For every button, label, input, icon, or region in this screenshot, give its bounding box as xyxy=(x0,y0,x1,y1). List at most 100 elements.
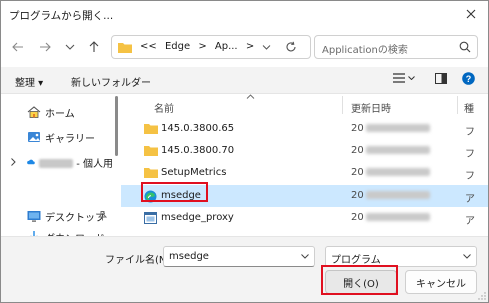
home-icon xyxy=(27,106,41,118)
breadcrumb: << Edge > Ap... > xyxy=(140,41,259,52)
breadcrumb-edge[interactable]: Edge xyxy=(165,41,190,52)
search-input[interactable]: Applicationの検索 xyxy=(314,35,478,59)
toolbar: 整理 ▾ 新しいフォルダー ? xyxy=(1,67,488,93)
forward-button[interactable] xyxy=(36,38,54,56)
column-header-label: 種 xyxy=(464,104,474,115)
navigation-pane-scrollbar[interactable] xyxy=(114,94,119,237)
highlight-box-msedge xyxy=(141,182,208,202)
breadcrumb-separator[interactable]: > xyxy=(198,41,206,52)
filename-input[interactable]: msedge xyxy=(163,246,315,267)
organize-button[interactable]: 整理 ▾ xyxy=(15,74,43,89)
desktop-icon xyxy=(27,211,41,222)
address-dropdown-icon[interactable] xyxy=(262,45,271,50)
address-bar[interactable]: << Edge > Ap... > xyxy=(111,35,311,59)
close-icon xyxy=(466,9,476,19)
breadcrumb-overflow[interactable]: << xyxy=(140,41,157,52)
dialog-footer: ファイル名(N): msedge プログラム 開く(O) キャンセル xyxy=(1,236,488,302)
sidebar-item-label: ホーム xyxy=(45,108,75,120)
arrow-right-icon xyxy=(40,42,51,52)
filename-value: msedge xyxy=(169,251,209,262)
cancel-button-label: キャンセル xyxy=(416,278,466,290)
gallery-icon xyxy=(28,132,40,142)
breadcrumb-separator[interactable]: > xyxy=(246,41,254,52)
folder-icon xyxy=(118,43,132,53)
filetype-select[interactable]: プログラム xyxy=(325,246,477,267)
svg-text:?: ? xyxy=(466,74,472,84)
file-row[interactable]: SetupMetrics 20 フ xyxy=(121,162,488,184)
column-header-name[interactable]: 名前 xyxy=(121,94,341,116)
file-row[interactable]: 145.0.3800.70 20 フ xyxy=(121,140,488,162)
redacted-date xyxy=(365,168,430,176)
file-list: 名前 更新日時 種 145.0.3800.65 20 フ 145.0.3800.… xyxy=(121,93,488,237)
file-date: 20 xyxy=(351,167,430,178)
title-bar: プログラムから開く... xyxy=(1,1,488,27)
sidebar-item-home[interactable]: ホーム xyxy=(1,102,113,122)
help-icon[interactable]: ? xyxy=(462,72,475,85)
file-type: フ xyxy=(465,127,475,138)
open-with-dialog: プログラムから開く... << Edge > Ap... > Applicati… xyxy=(0,0,489,303)
file-name: msedge_proxy xyxy=(161,212,234,223)
file-row[interactable]: msedge_proxy 20 ア xyxy=(121,207,488,229)
up-button[interactable] xyxy=(85,38,103,56)
file-name: 145.0.3800.65 xyxy=(161,123,235,134)
column-header-date[interactable]: 更新日時 xyxy=(343,94,457,116)
file-date-prefix: 20 xyxy=(351,190,364,201)
list-view-icon xyxy=(393,73,405,83)
file-type: フ xyxy=(465,149,475,160)
file-type: ア xyxy=(465,194,475,205)
file-date-prefix: 20 xyxy=(351,145,364,156)
search-placeholder: Applicationの検索 xyxy=(322,45,408,56)
preview-pane-icon[interactable] xyxy=(435,73,447,84)
redacted-account-name xyxy=(39,159,74,168)
new-folder-button[interactable]: 新しいフォルダー xyxy=(71,74,151,89)
navigation-pane: ホーム ギャラリー - 個人用 デスクトップ ダウンロード xyxy=(1,93,121,245)
sidebar-item-desktop[interactable]: デスクトップ xyxy=(1,206,113,226)
sidebar-item-label: - 個人用 xyxy=(73,158,113,170)
resize-grip-icon[interactable] xyxy=(478,292,486,300)
file-type: フ xyxy=(465,171,475,182)
cancel-button[interactable]: キャンセル xyxy=(405,270,477,294)
sidebar-item-label: デスクトップ xyxy=(45,212,105,224)
redacted-date xyxy=(365,146,430,154)
arrow-left-icon xyxy=(12,42,23,52)
filetype-value: プログラム xyxy=(331,255,381,266)
sidebar-item-gallery[interactable]: ギャラリー xyxy=(1,127,113,147)
folder-icon xyxy=(144,146,158,156)
sidebar-item-account: - 個人用 xyxy=(39,155,113,170)
scrollbar-thumb[interactable] xyxy=(115,96,118,156)
sidebar-item-onedrive[interactable]: - 個人用 xyxy=(1,152,113,172)
file-name: SetupMetrics xyxy=(161,167,227,178)
chevron-down-icon xyxy=(65,44,75,50)
sidebar-item-label: ギャラリー xyxy=(45,133,95,145)
highlight-box-open xyxy=(321,265,398,295)
chevron-down-icon xyxy=(463,254,471,259)
chevron-down-icon[interactable] xyxy=(301,254,309,259)
chevron-right-icon[interactable] xyxy=(11,158,16,166)
column-header-type[interactable]: 種 xyxy=(458,94,488,116)
file-date: 20 xyxy=(351,145,430,156)
recent-locations-button[interactable] xyxy=(61,38,79,56)
file-name: 145.0.3800.70 xyxy=(161,145,235,156)
folder-icon xyxy=(144,168,158,178)
chevron-down-icon xyxy=(408,76,415,80)
refresh-icon[interactable] xyxy=(285,41,297,53)
file-date-prefix: 20 xyxy=(351,167,364,178)
view-options-button[interactable] xyxy=(393,73,415,83)
app-icon xyxy=(144,212,157,224)
redacted-date xyxy=(365,213,430,221)
cloud-icon xyxy=(27,159,35,165)
redacted-date xyxy=(365,191,430,199)
back-button[interactable] xyxy=(9,38,27,56)
folder-icon xyxy=(144,124,158,134)
close-button[interactable] xyxy=(454,1,488,27)
file-row[interactable]: 145.0.3800.65 20 フ xyxy=(121,118,488,140)
file-date: 20 xyxy=(351,123,430,134)
file-type: ア xyxy=(465,216,475,227)
column-header-label: 更新日時 xyxy=(351,104,391,115)
pin-icon xyxy=(98,211,107,221)
file-date-prefix: 20 xyxy=(351,212,364,223)
breadcrumb-application[interactable]: Ap... xyxy=(215,41,238,52)
redacted-date xyxy=(365,124,430,132)
arrow-up-icon xyxy=(89,41,99,52)
search-icon xyxy=(459,41,471,53)
